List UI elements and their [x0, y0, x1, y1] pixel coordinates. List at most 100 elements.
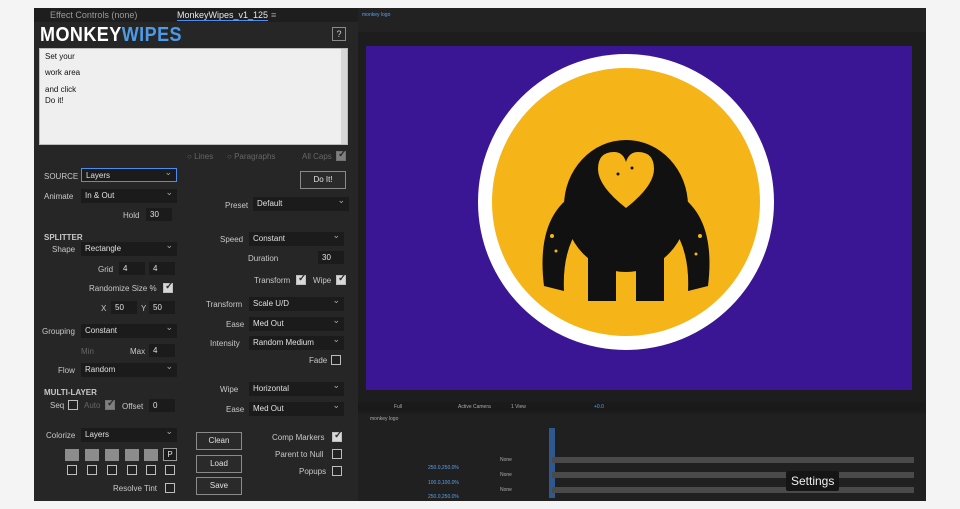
fade-label: Fade — [309, 356, 328, 365]
popups-checkbox[interactable] — [332, 466, 342, 476]
speed-select[interactable]: Constant — [249, 230, 344, 246]
resolve-tint-checkbox[interactable] — [165, 483, 175, 493]
preset-select[interactable]: Default — [253, 195, 349, 211]
color-checkbox[interactable] — [127, 465, 137, 475]
layer-parent-select[interactable]: None — [500, 472, 512, 478]
flow-select[interactable]: Random — [81, 361, 177, 377]
offset-label: Offset — [122, 402, 144, 411]
y-label: Y — [141, 304, 147, 313]
textbox-scrollbar[interactable] — [341, 49, 347, 144]
layer-scale-value[interactable]: 250.0,250.0% — [428, 465, 459, 471]
view-select[interactable]: 1 View — [511, 404, 526, 410]
color-swatch[interactable] — [125, 449, 139, 461]
x-input[interactable]: 50 — [111, 301, 137, 314]
timeline-tab[interactable]: monkey logo — [370, 416, 398, 422]
lines-radio[interactable]: ○ Lines — [187, 152, 213, 161]
layer-scale-value[interactable]: 100.0,100.0% — [428, 480, 459, 486]
color-checkbox[interactable] — [87, 465, 97, 475]
color-swatch[interactable] — [85, 449, 99, 461]
animate-select[interactable]: In & Out — [81, 187, 177, 203]
transform-checkbox[interactable] — [296, 273, 306, 285]
paragraphs-radio[interactable]: ○ Paragraphs — [227, 152, 275, 161]
monkeywipes-panel: Effect Controls (none) MonkeyWipes_v1_12… — [34, 8, 358, 501]
resolve-tint-label: Resolve Tint — [113, 484, 158, 493]
comp-markers-checkbox[interactable] — [332, 430, 342, 442]
source-select[interactable]: Layers — [81, 167, 177, 182]
settings-caption: Settings — [786, 471, 840, 491]
ease-select[interactable]: Med Out — [249, 315, 344, 331]
tab-effect-controls[interactable]: Effect Controls (none) — [50, 10, 137, 20]
layer-bar[interactable] — [552, 457, 914, 463]
color-checkbox[interactable] — [67, 465, 77, 475]
color-swatch[interactable] — [144, 449, 158, 461]
comp-markers-label: Comp Markers — [272, 433, 325, 442]
intensity-select[interactable]: Random Medium — [249, 334, 344, 350]
max-label: Max — [130, 347, 146, 356]
instruction-line: Set your — [45, 52, 75, 61]
wipe-checkbox[interactable] — [336, 273, 346, 285]
fade-checkbox[interactable] — [331, 355, 341, 365]
colorize-select[interactable]: Layers — [81, 426, 177, 442]
color-checkbox[interactable] — [146, 465, 156, 475]
viewer-toolbar: Full Active Camera 1 View +0.0 — [358, 402, 926, 412]
composition-tab[interactable]: monkey logo — [362, 12, 390, 18]
color-swatch[interactable] — [105, 449, 119, 461]
seq-checkbox[interactable] — [68, 400, 78, 410]
composition-viewer[interactable] — [366, 46, 912, 390]
do-it-button[interactable]: Do It! — [300, 171, 346, 189]
color-swatch[interactable] — [65, 449, 79, 461]
seq-label: Seq — [50, 401, 65, 410]
tab-menu-icon[interactable]: ≡ — [271, 10, 276, 20]
duration-label: Duration — [248, 254, 279, 263]
layer-scale-value[interactable]: 250.0,250.0% — [428, 494, 459, 500]
camera-select[interactable]: Active Camera — [458, 404, 491, 410]
grid-label: Grid — [98, 265, 114, 274]
flow-label: Flow — [58, 366, 75, 375]
auto-checkbox[interactable] — [105, 398, 115, 410]
ease-2-label: Ease — [226, 405, 245, 414]
layer-bar[interactable] — [552, 487, 914, 493]
palette-button[interactable]: P — [163, 448, 177, 461]
speed-label: Speed — [220, 235, 244, 244]
help-button[interactable]: ? — [332, 27, 346, 41]
composition-tab-bar: monkey logo — [358, 8, 926, 32]
video-frame: Effect Controls (none) MonkeyWipes_v1_12… — [34, 8, 926, 501]
offset-input[interactable]: 0 — [149, 399, 175, 412]
popups-label: Popups — [299, 467, 327, 476]
all-caps-checkbox[interactable] — [336, 149, 346, 161]
exposure-offset[interactable]: +0.0 — [594, 404, 604, 410]
grouping-select[interactable]: Constant — [81, 322, 177, 338]
monkeywipes-logo: MONKEYWIPES — [40, 24, 182, 46]
parent-to-null-checkbox[interactable] — [332, 449, 342, 459]
grid-x-input[interactable]: 4 — [119, 262, 145, 275]
colorize-label: Colorize — [46, 431, 76, 440]
layer-bar[interactable] — [552, 472, 914, 478]
shape-label: Shape — [52, 245, 76, 254]
y-input[interactable]: 50 — [149, 301, 175, 314]
transform-select[interactable]: Scale U/D — [249, 295, 344, 311]
max-input[interactable]: 4 — [149, 344, 175, 357]
layer-parent-select[interactable]: None — [500, 457, 512, 463]
clean-button[interactable]: Clean — [196, 432, 242, 450]
hold-input[interactable]: 30 — [146, 208, 172, 221]
wipe-select[interactable]: Horizontal — [249, 380, 344, 396]
ease-2-select[interactable]: Med Out — [249, 400, 344, 416]
duration-input[interactable]: 30 — [318, 251, 344, 264]
layer-parent-select[interactable]: None — [500, 487, 512, 493]
auto-label: Auto — [84, 401, 101, 410]
shape-select[interactable]: Rectangle — [81, 240, 177, 256]
randomize-size-checkbox[interactable] — [163, 281, 173, 293]
save-button[interactable]: Save — [196, 477, 242, 495]
grid-y-input[interactable]: 4 — [149, 262, 175, 275]
multi-layer-heading: MULTI-LAYER — [44, 388, 97, 397]
zoom-select[interactable]: Full — [394, 404, 402, 410]
load-button[interactable]: Load — [196, 455, 242, 473]
color-checkbox[interactable] — [165, 465, 175, 475]
randomize-size-label: Randomize Size % — [89, 284, 157, 293]
hold-label: Hold — [123, 211, 140, 220]
color-checkbox[interactable] — [107, 465, 117, 475]
monkey-logo-graphic — [478, 54, 774, 350]
min-label: Min — [81, 347, 94, 356]
instructions-textbox[interactable]: Set your work area and click Do it! — [39, 48, 348, 145]
tab-monkeywipes[interactable]: MonkeyWipes_v1_125 — [177, 10, 269, 21]
